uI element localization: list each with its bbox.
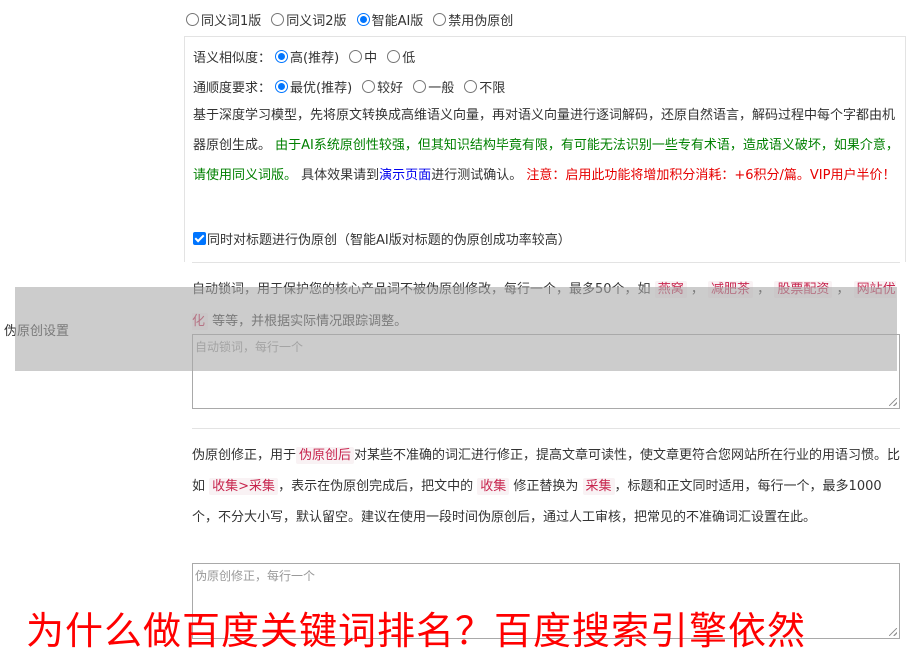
option-label: 不限	[479, 80, 506, 96]
lock-words-description: 自动锁词，用于保护您的核心产品词不被伪原创修改，每行一个，最多50个，如 燕窝 …	[192, 274, 904, 338]
demo-page-link[interactable]: 演示页面	[379, 168, 431, 183]
fluency-option-good[interactable]: 较好	[362, 77, 403, 96]
separator: ，	[757, 282, 771, 297]
mode-option-ai[interactable]: 智能AI版	[356, 10, 424, 29]
radio-icon[interactable]	[413, 79, 427, 93]
fluency-label: 通顺度要求：	[193, 80, 272, 96]
example-tag: 股票配资	[774, 281, 833, 298]
radio-icon[interactable]	[349, 49, 363, 63]
mode-label: 智能AI版	[371, 13, 424, 29]
ai-description: 基于深度学习模型，先将原文转换成高维语义向量，再对语义向量进行逐词解码，还原自然…	[193, 101, 905, 191]
example-tag: 收集>采集	[209, 478, 279, 495]
resize-handle-icon[interactable]	[889, 628, 897, 636]
option-label: 较好	[377, 80, 404, 96]
correction-text: 修正替换为	[513, 479, 579, 494]
radio-selected-icon[interactable]	[275, 49, 289, 63]
correction-text: ，表示在伪原创完成后，把文中的	[278, 479, 474, 494]
radio-icon[interactable]	[433, 12, 447, 26]
mode-option-disable[interactable]: 禁用伪原创	[433, 10, 513, 29]
similarity-label: 语义相似度：	[193, 50, 272, 66]
example-tag: 减肥茶	[708, 281, 754, 298]
fluency-row: 通顺度要求： 最优(推荐) 较好 一般 不限	[193, 75, 515, 97]
example-tag: 燕窝	[654, 281, 687, 298]
mode-option-synonym-v1[interactable]: 同义词1版	[186, 10, 261, 29]
option-label: 最优(推荐)	[290, 80, 353, 96]
example-tag: 收集	[477, 478, 510, 495]
radio-selected-icon[interactable]	[356, 12, 370, 26]
credit-notice: 注意：启用此功能将增加积分消耗：+6积分/篇。VIP用户半价！	[526, 168, 896, 183]
option-label: 低	[402, 50, 416, 66]
mode-label: 同义词1版	[201, 13, 262, 29]
resize-handle-icon[interactable]	[889, 398, 897, 406]
title-rewrite-label: 同时对标题进行伪原创（智能AI版对标题的伪原创成功率较高）	[207, 232, 571, 248]
correction-text: 伪原创修正，用于	[192, 448, 297, 463]
radio-icon[interactable]	[186, 12, 199, 26]
radio-icon[interactable]	[387, 49, 401, 63]
separator: ，	[836, 282, 850, 297]
description-text: 进行测试确认。	[431, 168, 523, 183]
separator: ，	[690, 282, 704, 297]
similarity-option-low[interactable]: 低	[387, 47, 415, 66]
divider	[192, 428, 900, 429]
similarity-row: 语义相似度： 高(推荐) 中 低	[193, 45, 425, 67]
option-label: 中	[364, 50, 378, 66]
correction-description: 伪原创修正，用于 伪原创后 对某些不准确的词汇进行修正，提高文章可读性，使文章更符合…	[192, 440, 904, 533]
mode-option-synonym-v2[interactable]: 同义词2版	[271, 10, 347, 29]
lock-words-textarea[interactable]: 自动锁词，每行一个	[192, 334, 900, 409]
correction-placeholder: 伪原创修正，每行一个	[195, 569, 316, 583]
radio-icon[interactable]	[271, 12, 285, 26]
option-label: 一般	[428, 80, 455, 96]
checkbox-checked-icon[interactable]	[193, 231, 206, 245]
example-tag: 采集	[582, 478, 615, 495]
fluency-option-any[interactable]: 不限	[464, 77, 505, 96]
similarity-option-high[interactable]: 高(推荐)	[275, 47, 339, 66]
option-label: 高(推荐)	[290, 50, 340, 66]
radio-icon[interactable]	[362, 79, 376, 93]
fluency-option-best[interactable]: 最优(推荐)	[275, 77, 352, 96]
mode-label: 禁用伪原创	[448, 13, 514, 29]
radio-icon[interactable]	[464, 79, 478, 93]
similarity-option-medium[interactable]: 中	[349, 47, 377, 66]
description-text: 具体效果请到	[301, 168, 380, 183]
fluency-option-normal[interactable]: 一般	[413, 77, 454, 96]
divider	[192, 262, 900, 263]
rewrite-mode-group: 同义词1版 同义词2版 智能AI版 禁用伪原创	[186, 9, 523, 29]
mode-label: 同义词2版	[286, 13, 347, 29]
lock-words-text: 自动锁词，用于保护您的核心产品词不被伪原创修改，每行一个，最多50个，如	[192, 282, 651, 297]
article-banner-text: 为什么做百度关键词排名？百度搜索引擎依然	[26, 609, 807, 653]
example-tag: 伪原创后	[296, 447, 355, 464]
ai-settings-panel: 语义相似度： 高(推荐) 中 低 通顺度要求： 最优(推荐) 较好 一般 不限 …	[184, 36, 906, 262]
lock-words-text: 等等，并根据实际情况跟踪调整。	[212, 314, 408, 329]
radio-selected-icon[interactable]	[275, 79, 289, 93]
section-label: 伪原创设置	[4, 324, 70, 339]
lock-words-placeholder: 自动锁词，每行一个	[195, 340, 304, 354]
title-rewrite-checkbox-row[interactable]: 同时对标题进行伪原创（智能AI版对标题的伪原创成功率较高）	[193, 227, 571, 249]
